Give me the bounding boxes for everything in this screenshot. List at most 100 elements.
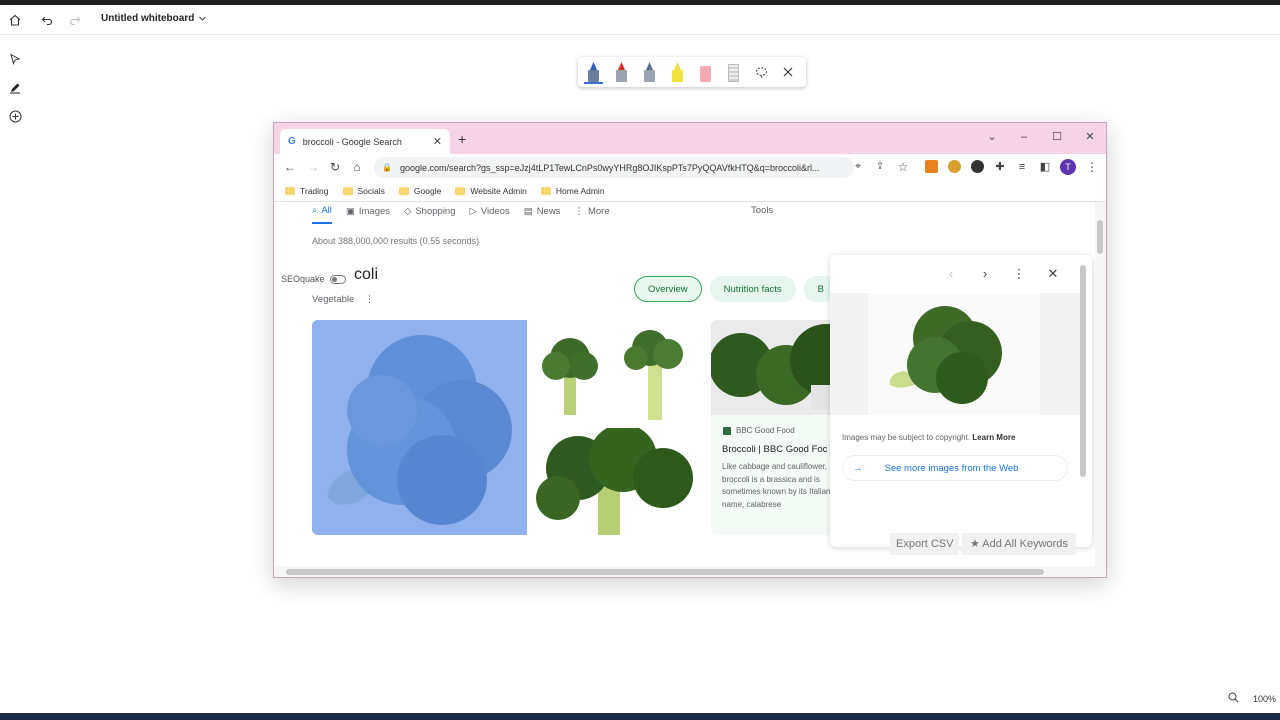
more-vert-icon[interactable]: ⋮ [365, 294, 375, 305]
tab-shopping[interactable]: ◇ Shopping [404, 205, 455, 224]
chip-nutrition[interactable]: Nutrition facts [709, 276, 796, 302]
seoquake-toggle[interactable] [329, 274, 346, 284]
side-panel-icon[interactable]: ◧ [1037, 159, 1053, 175]
address-row: ← → ↻ ⌂ 🔒 google.com/search?gs_ssp=eJzj4… [274, 154, 1106, 180]
broccoli-image-bottom[interactable] [528, 428, 696, 535]
zoom-control: 100% [1228, 692, 1276, 705]
tab-title: broccoli - Google Search [302, 136, 402, 147]
highlighter[interactable] [668, 60, 687, 84]
bookmark-folder[interactable]: Trading [285, 186, 329, 196]
tab-videos[interactable]: ▷ Videos [470, 205, 510, 224]
tab-images[interactable]: ▣ Images [346, 205, 390, 224]
reload-icon[interactable]: ↻ [327, 159, 343, 175]
chevron-right-icon[interactable]: › [976, 265, 994, 283]
chevron-left-icon[interactable]: ‹ [942, 265, 960, 283]
bookmark-folder[interactable]: Home Admin [540, 186, 605, 196]
tools-button[interactable]: Tools [751, 205, 773, 216]
bookmarks-bar: Trading Socials Google Website Admin Hom… [274, 180, 1106, 202]
folder-icon [342, 186, 353, 195]
tab-news[interactable]: ▤ News [524, 205, 561, 224]
whiteboard-title[interactable]: Untitled whiteboard [101, 13, 207, 24]
minimize-icon[interactable]: – [1014, 128, 1034, 146]
browser-tabbar: G broccoli - Google Search ✕ + ⌄ – ☐ ✕ [274, 123, 1106, 154]
zoom-icon[interactable] [1228, 692, 1239, 705]
window-close-icon[interactable]: ✕ [1080, 128, 1100, 146]
preview-scrollbar[interactable] [1080, 265, 1086, 477]
preview-image[interactable] [830, 293, 1082, 415]
bookmark-folder[interactable]: Google [398, 186, 441, 196]
browser-menu-icon[interactable]: ⋮ [1084, 159, 1100, 175]
scrollbar-thumb[interactable] [1097, 220, 1103, 254]
knowledge-panel-subtitle: Vegetable ⋮ [312, 294, 375, 305]
profile-avatar[interactable]: T [1060, 159, 1076, 175]
google-favicon-icon: G [288, 136, 296, 147]
lock-icon: 🔒 [382, 163, 392, 172]
export-csv-button[interactable]: Export CSV [890, 533, 960, 555]
maximize-icon[interactable]: ☐ [1047, 128, 1067, 146]
scrollbar-thumb[interactable] [286, 569, 1044, 575]
card-title[interactable]: Broccoli | BBC Good Foc [722, 444, 827, 455]
extensions-puzzle-icon[interactable]: ✚ [992, 159, 1008, 175]
pen-toolbar [578, 57, 806, 87]
add-all-keywords-button[interactable]: ★ Add All Keywords [962, 533, 1076, 555]
tab-all[interactable]: ⌕ All [312, 205, 332, 224]
broccoli-image-main[interactable] [312, 320, 527, 535]
tab-search-icon[interactable]: ⌄ [982, 128, 1002, 146]
lasso-icon[interactable] [752, 63, 770, 81]
tab-close-icon[interactable]: ✕ [433, 135, 442, 148]
share-icon[interactable]: ⇪ [872, 159, 888, 175]
extension-dot-icon[interactable] [971, 160, 984, 173]
undo-icon[interactable] [39, 12, 55, 28]
forward-icon[interactable]: → [305, 159, 321, 175]
seoquake-widget: SEOquake [281, 274, 346, 284]
topic-chips: Overview Nutrition facts B [634, 276, 839, 302]
extension-gear-icon[interactable] [948, 160, 961, 173]
location-icon[interactable]: ⌖ [850, 159, 866, 175]
metamask-icon[interactable] [925, 160, 938, 173]
reading-list-icon[interactable]: ≡ [1014, 159, 1030, 175]
tab-more[interactable]: ⋮ More [574, 205, 609, 224]
page-vertical-scrollbar[interactable] [1095, 202, 1106, 567]
new-tab-icon[interactable]: + [458, 131, 466, 147]
bookmark-folder[interactable]: Website Admin [455, 186, 527, 196]
pen-tool-icon[interactable] [6, 79, 24, 97]
learn-more-link[interactable]: Learn More [972, 433, 1015, 442]
news-icon: ▤ [523, 206, 533, 217]
eraser[interactable] [696, 60, 715, 84]
search-icon: ⌕ [312, 205, 318, 216]
close-icon[interactable]: ✕ [1044, 265, 1062, 283]
add-icon[interactable] [6, 107, 24, 125]
select-tool-icon[interactable] [6, 50, 24, 68]
taskbar-strip [0, 713, 1280, 720]
more-vert-icon[interactable]: ⋮ [1010, 265, 1028, 283]
broccoli-image-top[interactable] [528, 320, 696, 427]
redo-icon[interactable] [67, 12, 83, 28]
zoom-level[interactable]: 100% [1253, 694, 1276, 704]
url-text: google.com/search?gs_ssp=eJzj4tLP1TewLCn… [399, 162, 820, 173]
chip-overview[interactable]: Overview [634, 276, 702, 302]
bookmark-folder[interactable]: Socials [342, 186, 385, 196]
back-icon[interactable]: ← [282, 159, 298, 175]
see-more-images-button[interactable]: → See more images from the Web [842, 455, 1068, 481]
more-vert-icon: ⋮ [574, 206, 584, 217]
chevron-down-icon [199, 16, 207, 21]
search-tabs: ⌕ All ▣ Images ◇ Shopping ▷ Videos ▤ News ⋮ Mo… [312, 205, 610, 224]
close-icon[interactable] [779, 63, 797, 81]
home-icon[interactable] [7, 12, 23, 28]
ruler[interactable] [724, 60, 743, 84]
red-pen[interactable] [612, 60, 631, 84]
image-icon: ▣ [345, 206, 355, 217]
blue-pen[interactable] [584, 60, 603, 84]
knowledge-panel-title: coli [354, 266, 379, 283]
result-stats: About 388,000,000 results (0.55 seconds) [312, 236, 480, 246]
tag-icon: ◇ [404, 206, 412, 217]
browser-window[interactable]: G broccoli - Google Search ✕ + ⌄ – ☐ ✕ ←… [273, 122, 1107, 578]
address-bar[interactable]: 🔒 google.com/search?gs_ssp=eJzj4tLP1TewL… [374, 157, 854, 178]
page-horizontal-scrollbar[interactable] [274, 566, 1106, 577]
browser-tab[interactable]: G broccoli - Google Search ✕ [280, 129, 450, 154]
image-preview-panel: ‹ › ⋮ ✕ Images may be subject to copyrig… [830, 255, 1092, 555]
home-button-icon[interactable]: ⌂ [349, 159, 365, 175]
gray-pen[interactable] [640, 60, 659, 84]
bookmark-star-icon[interactable]: ☆ [895, 159, 911, 175]
copyright-notice: Images may be subject to copyright. Lear… [842, 433, 1016, 442]
